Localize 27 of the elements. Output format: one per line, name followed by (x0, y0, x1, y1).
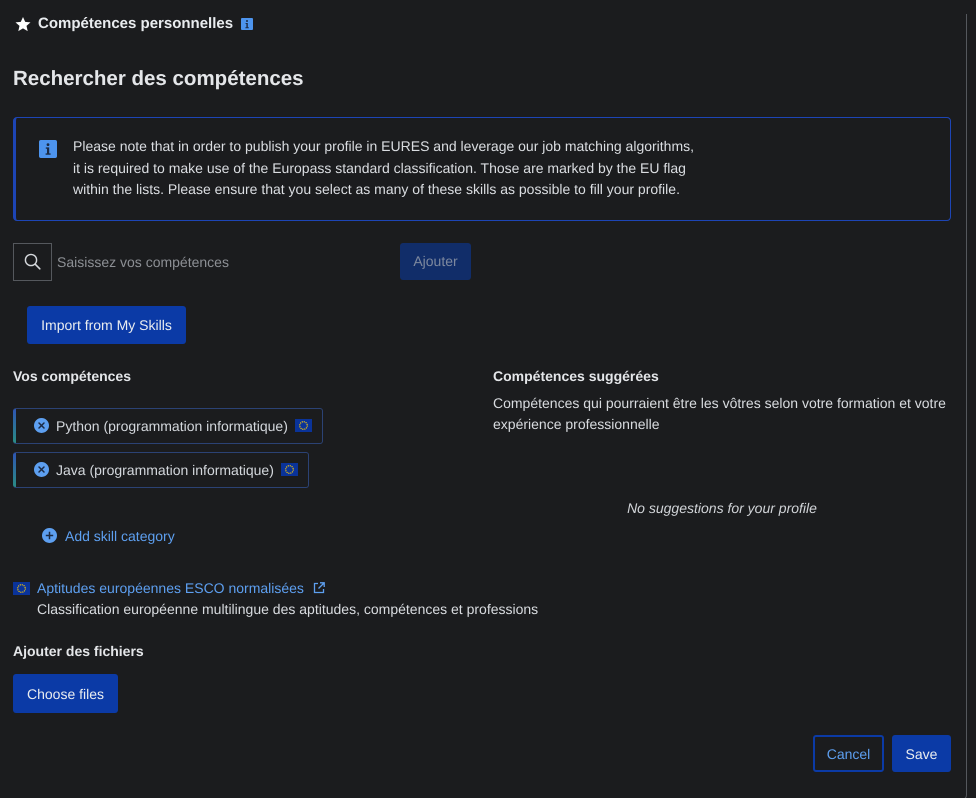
search-icon (13, 242, 52, 280)
star-icon (15, 16, 31, 32)
section-title: Compétences personnelles (38, 14, 234, 34)
esco-link[interactable]: Aptitudes européennes ESCO normalisées (37, 578, 304, 598)
esco-description: Classification européenne multilingue des aptitudes, compétences et professions (37, 600, 540, 619)
save-button[interactable]: Save (892, 735, 951, 772)
plus-icon (42, 528, 57, 543)
cancel-button[interactable]: Cancel (813, 735, 884, 772)
skill-label: Java (programmation informatique) (56, 460, 274, 480)
empty-message: No suggestions for your profile (626, 498, 818, 518)
flag-icon (13, 582, 30, 594)
suggested-skills-heading: Compétences suggérées (493, 366, 660, 386)
remove-icon[interactable] (34, 418, 49, 433)
notice-text: Please note that in order to publish your profile in EURES and leverage our job matching algorithms, it is required to make use of the Europass standard classification. Those are marked by the EU flag within the lists. Please ensure that you select as many of these skills as possible to fill your profile. (73, 137, 696, 199)
search-heading: Rechercher des compétences (13, 67, 305, 91)
add-category-link[interactable]: Add skill category (42, 526, 175, 546)
files-heading: Ajouter des fichiers (13, 642, 145, 661)
import-button[interactable]: Import from My Skills (27, 306, 186, 344)
suggested-skills-description: Compétences qui pourraient être les vôtres selon votre formation et votre expérience professionnelle (493, 394, 947, 434)
info-icon (39, 140, 57, 158)
external-link-icon (312, 582, 325, 594)
your-skills-heading: Vos compétences (13, 366, 132, 386)
choose-files-button[interactable]: Choose files (13, 674, 118, 713)
skill-label: Python (programmation informatique) (56, 416, 288, 436)
search-field[interactable]: Saisissez vos compétences (52, 242, 395, 280)
info-icon[interactable] (241, 18, 254, 30)
remove-icon[interactable] (34, 462, 49, 477)
